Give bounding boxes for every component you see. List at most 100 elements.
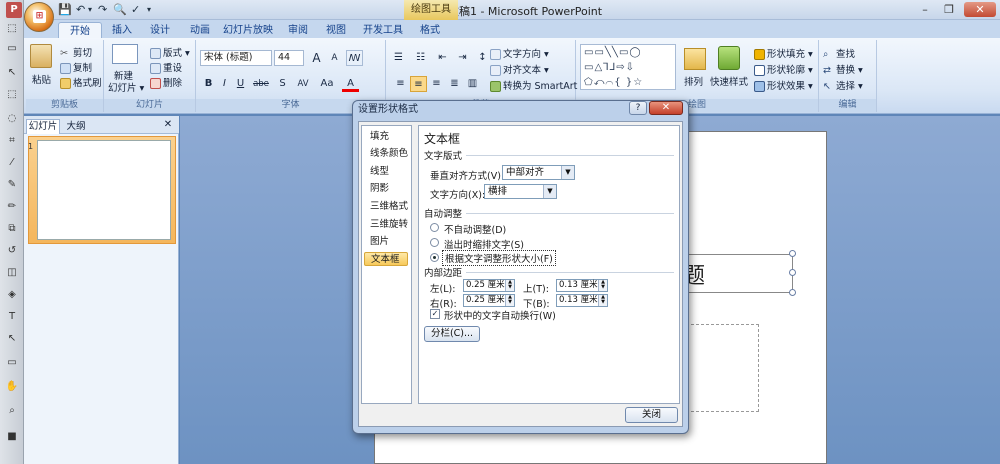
right-margin-spinner[interactable]: 0.25 厘米 ▲ ▼ [463,294,515,307]
dialog-close-x-button[interactable]: ✕ [649,101,683,115]
spinner-arrows-icon[interactable]: ▲ ▼ [598,295,607,306]
spinner-arrows-icon[interactable]: ▲ ▼ [598,280,607,291]
top-margin-spinner[interactable]: 0.13 厘米 ▲ ▼ [556,279,608,292]
tab-insert[interactable]: 插入 [104,22,140,39]
dialog-help-button[interactable]: ? [629,101,647,115]
minimize-button[interactable]: – [914,2,936,17]
paste-icon[interactable] [30,44,52,68]
stamp-tool-icon[interactable]: ⧉ [5,222,19,235]
brush-tool-icon[interactable]: ✎ [5,178,19,191]
radio-shrink-on-overflow[interactable] [430,238,439,247]
tab-slideshow[interactable]: 幻灯片放映 [218,22,278,39]
numbering-icon[interactable]: ☷ [412,50,429,66]
new-slide-dropdown[interactable]: 幻灯片 ▾ [108,80,144,94]
word-wrap-label[interactable]: 形状中的文字自动换行(W) [444,308,556,322]
category-text-box[interactable]: 文本框 [364,252,408,266]
tab-slides[interactable]: 幻灯片 [26,119,60,134]
reset-button[interactable]: 重设 [150,60,182,74]
tab-developer[interactable]: 开发工具 [358,22,408,39]
restore-button[interactable]: ❐ [938,2,960,17]
category-picture[interactable]: 图片 [364,235,408,249]
font-size-combo[interactable]: 44 [274,50,304,66]
quick-styles-button[interactable]: 快速样式 [710,74,748,88]
bottom-margin-spinner[interactable]: 0.13 厘米 ▲ ▼ [556,294,608,307]
resize-handle[interactable] [789,269,796,276]
smartart-button[interactable]: 转换为 SmartArt ▾ [490,78,585,92]
tab-format[interactable]: 格式 [412,22,448,39]
category-line-style[interactable]: 线型 [364,165,408,179]
resize-handle[interactable] [789,289,796,296]
layout-button[interactable]: 版式 ▾ [150,45,190,59]
align-left-icon[interactable]: ≡ [392,76,409,92]
tab-home[interactable]: 开始 [58,22,102,39]
format-painter-button[interactable]: 格式刷 [60,75,102,89]
eraser-tool-icon[interactable]: ◫ [5,266,19,279]
category-3d-rotation[interactable]: 三维旋转 [364,218,408,232]
quick-styles-icon[interactable] [718,46,740,70]
zoom-tool-icon[interactable]: ⌕ [5,404,19,417]
shape-effects-button[interactable]: 形状效果 ▾ [754,78,813,92]
crop-tool-icon[interactable]: ⌗ [5,134,19,147]
path-tool-icon[interactable]: ↖ [5,332,19,345]
text-shadow-button[interactable]: S [274,76,291,92]
pencil-tool-icon[interactable]: ✏ [5,200,19,213]
slide-thumbnail[interactable] [37,140,171,240]
pane-close-icon[interactable]: ✕ [162,118,174,132]
cut-button[interactable]: ✂ 剪切 [60,45,92,59]
align-text-button[interactable]: 对齐文本 ▾ [490,62,549,76]
align-right-icon[interactable]: ≡ [428,76,445,92]
find-button[interactable]: ⌕ 查找 [823,46,855,60]
clear-format-button[interactable]: ꟿ [346,50,363,66]
italic-button[interactable]: I [216,76,233,92]
office-button[interactable]: ⊞ [24,2,54,32]
columns-icon[interactable]: ▥ [464,76,481,92]
tab-review[interactable]: 审阅 [280,22,316,39]
shape-outline-button[interactable]: 形状轮廓 ▾ [754,62,813,76]
font-color-button[interactable]: A [342,76,359,92]
tab-view[interactable]: 视图 [318,22,354,39]
shrink-on-overflow-label[interactable]: 溢出时缩排文字(S) [444,237,524,251]
spinner-arrows-icon[interactable]: ▲ ▼ [505,280,514,291]
rect-tool-icon[interactable]: ▭ [5,356,19,369]
word-wrap-checkbox[interactable]: ✓ [430,309,440,319]
arrow-tool-icon[interactable]: ↖ [5,66,19,79]
replace-button[interactable]: ⇄ 替换 ▾ [823,62,863,76]
copy-button[interactable]: 复制 [60,60,92,74]
tab-outline[interactable]: 大纲 [62,120,90,134]
tab-design[interactable]: 设计 [142,22,178,39]
category-fill[interactable]: 填充 [364,130,408,144]
dialog-close-button[interactable]: 关闭 [625,407,678,423]
underline-button[interactable]: U [232,76,249,92]
bucket-tool-icon[interactable]: ◈ [5,288,19,301]
category-shadow[interactable]: 阴影 [364,182,408,196]
resize-shape-label[interactable]: 根据文字调整形状大小(F) [442,250,556,266]
marquee-tool-icon[interactable]: ⬚ [5,88,19,101]
radio-resize-shape[interactable] [430,253,439,262]
columns-button[interactable]: 分栏(C)... [424,326,480,342]
shape-tool-icon[interactable]: ▭ [5,42,19,55]
category-line-color[interactable]: 线条颜色 [364,147,408,161]
font-name-combo[interactable]: 宋体 (标题) [200,50,272,66]
text-direction-select[interactable]: 横排 ▼ [484,184,557,199]
hand-tool-icon[interactable]: ✋ [5,380,19,393]
left-margin-spinner[interactable]: 0.25 厘米 ▲ ▼ [463,279,515,292]
grow-font-button[interactable]: A [308,50,325,66]
arrange-icon[interactable] [684,48,706,70]
category-3d-format[interactable]: 三维格式 [364,200,408,214]
increase-indent-icon[interactable]: ⇥ [454,50,471,66]
justify-icon[interactable]: ≣ [446,76,463,92]
shapes-gallery[interactable]: ▭▭╲╲▭◯ ▭△⅂⅃⇨⇩ ⬠⤺⌒{ }☆ [580,44,676,90]
shape-fill-button[interactable]: 形状填充 ▾ [754,46,813,60]
bullets-icon[interactable]: ☰ [390,50,407,66]
align-center-icon[interactable]: ≡ [410,76,427,92]
tab-animation[interactable]: 动画 [182,22,218,39]
lasso-tool-icon[interactable]: ◌ [5,112,19,125]
arrange-button[interactable]: 排列 [684,74,703,88]
strikethrough-button[interactable]: abe [250,76,272,92]
text-direction-button[interactable]: 文字方向 ▾ [490,46,549,60]
bold-button[interactable]: B [200,76,217,92]
line-spacing-icon[interactable]: ↕ [474,50,491,66]
no-autofit-label[interactable]: 不自动调整(D) [444,222,506,236]
select-button[interactable]: ↖ 选择 ▾ [823,78,863,92]
vertical-align-select[interactable]: 中部对齐 ▼ [502,165,575,180]
